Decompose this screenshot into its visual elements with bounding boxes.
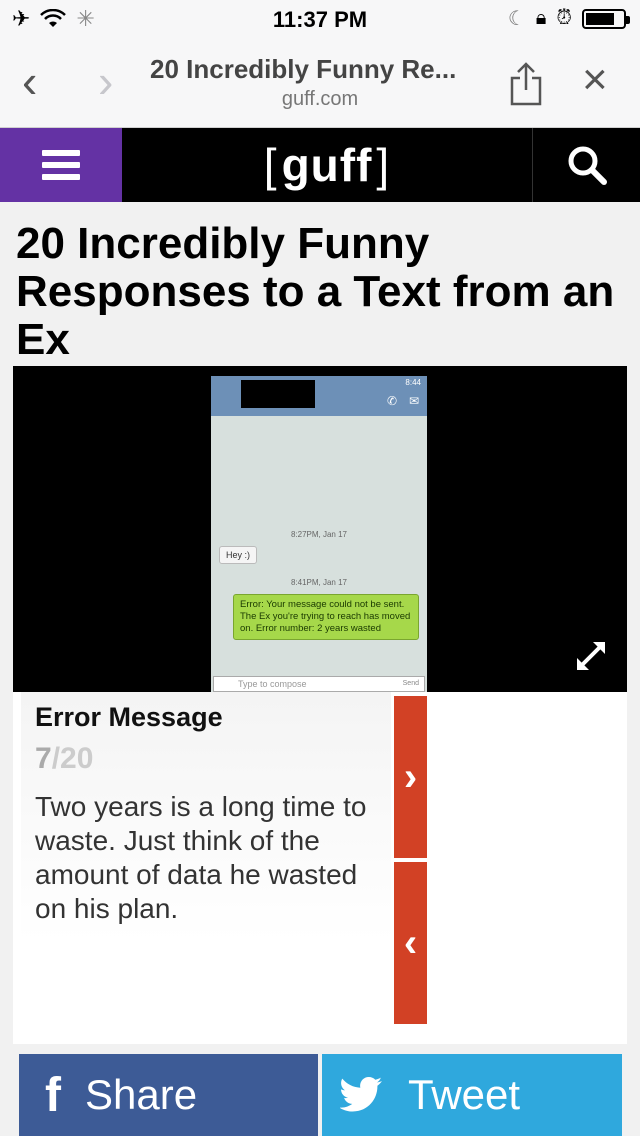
site-logo[interactable]: [ guff ] xyxy=(122,128,532,202)
page-title: 20 Incredibly Funny Re... xyxy=(150,54,457,84)
expand-icon[interactable] xyxy=(571,636,611,676)
search-button[interactable] xyxy=(532,128,640,202)
slide-description: Two years is a long time to waste. Just … xyxy=(35,791,367,924)
slide-caption: Error Message 7/20 Two years is a long t… xyxy=(13,692,627,1044)
previous-slide-button[interactable]: ‹ xyxy=(394,862,427,1024)
search-icon xyxy=(568,146,607,185)
moon-icon: ☾ xyxy=(507,8,526,30)
twitter-bird-icon xyxy=(340,1077,382,1112)
next-slide-button[interactable]: › xyxy=(394,696,427,858)
slide-title: Error Message xyxy=(35,702,223,732)
chevron-right-icon: › xyxy=(403,754,418,799)
battery-icon xyxy=(582,8,630,29)
site-header: [ guff ] xyxy=(0,128,640,202)
twitter-tweet-button[interactable]: Tweet xyxy=(322,1054,622,1136)
article-title: 20 Incredibly Funny Responses to a Text … xyxy=(16,219,615,364)
call-icon: ✆ xyxy=(386,394,397,408)
facebook-icon: f xyxy=(45,1068,61,1122)
rotation-lock-icon: 🔒︎ xyxy=(535,7,547,29)
forward-icon[interactable]: › xyxy=(98,58,113,104)
close-icon[interactable]: × xyxy=(582,58,608,102)
back-icon[interactable]: ‹ xyxy=(22,58,37,104)
chat-icon: ✉ xyxy=(408,394,419,408)
share-icon[interactable] xyxy=(506,62,546,106)
redacted-contact-name xyxy=(241,380,315,408)
alarm-icon: ⏰︎ xyxy=(556,7,572,29)
facebook-share-button[interactable]: f Share xyxy=(19,1054,318,1136)
slide-counter: 7/20 xyxy=(35,742,94,775)
page-url[interactable]: guff.com xyxy=(150,88,490,111)
browser-nav: ‹ › 20 Incredibly Funny Re... guff.com × xyxy=(0,40,640,128)
slide-image[interactable]: 8:44 ✆ ✉ 8:27PM, Jan 17 Hey :) 8:41PM, J… xyxy=(13,366,627,692)
status-bar: ✈ ✳ 11:37 PM ☾ 🔒︎ ⏰︎ xyxy=(0,0,640,40)
menu-button[interactable] xyxy=(0,128,122,202)
hamburger-icon xyxy=(42,150,80,180)
chevron-left-icon: ‹ xyxy=(403,920,418,965)
text-message-screenshot: 8:44 ✆ ✉ 8:27PM, Jan 17 Hey :) 8:41PM, J… xyxy=(211,376,427,692)
